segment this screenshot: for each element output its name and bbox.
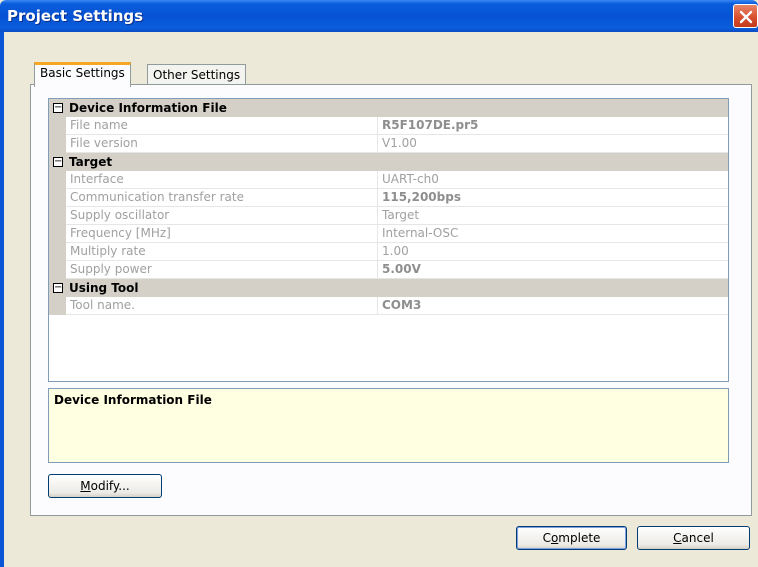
property-name: Tool name. [66,297,378,315]
property-row-communication-transfer-rate[interactable]: Communication transfer rate 115,200bps [49,189,728,207]
property-name: Interface [66,171,378,189]
description-title: Device Information File [54,393,212,407]
property-value[interactable]: 115,200bps [378,189,728,207]
category-device-information-file[interactable]: − Device Information File [49,99,728,117]
category-target[interactable]: − Target [49,153,728,171]
category-label: Target [69,155,113,169]
property-name: File version [66,135,378,153]
property-value[interactable]: 1.00 [378,243,728,261]
project-settings-dialog: Project Settings Basic Settings Other Se… [0,0,758,567]
cancel-button[interactable]: Cancel [637,526,750,550]
title-bar[interactable]: Project Settings [0,0,758,32]
category-label: Device Information File [69,101,227,115]
property-row-interface[interactable]: Interface UART-ch0 [49,171,728,189]
property-value[interactable]: Internal-OSC [378,225,728,243]
property-value[interactable]: V1.00 [378,135,728,153]
category-label: Using Tool [69,281,139,295]
complete-button[interactable]: Complete [516,526,627,550]
close-icon [739,10,753,24]
property-row-supply-oscillator[interactable]: Supply oscillator Target [49,207,728,225]
property-row-multiply-rate[interactable]: Multiply rate 1.00 [49,243,728,261]
category-using-tool[interactable]: − Using Tool [49,279,728,297]
property-value[interactable]: Target [378,207,728,225]
description-panel: Device Information File [48,388,729,463]
mnemonic: C [673,531,682,545]
mnemonic: M [80,479,91,493]
collapse-icon[interactable]: − [53,157,63,167]
property-row-tool-name[interactable]: Tool name. COM3 [49,297,728,315]
property-row-file-name[interactable]: File name R5F107DE.pr5 [49,117,728,135]
property-name: Frequency [MHz] [66,225,378,243]
window-frame-left [0,32,4,567]
property-value[interactable]: COM3 [378,297,728,315]
property-row-supply-power[interactable]: Supply power 5.00V [49,261,728,279]
property-row-file-version[interactable]: File version V1.00 [49,135,728,153]
property-name: Multiply rate [66,243,378,261]
property-name: File name [66,117,378,135]
property-name: Communication transfer rate [66,189,378,207]
property-value[interactable]: UART-ch0 [378,171,728,189]
close-button[interactable] [733,4,758,28]
tab-basic-settings[interactable]: Basic Settings [34,62,131,87]
button-label-rest: odify... [90,479,130,493]
property-value[interactable]: 5.00V [378,261,728,279]
tab-other-settings[interactable]: Other Settings [147,64,247,86]
property-grid[interactable]: − Device Information File File name R5F1… [48,98,729,382]
dialog-title: Project Settings [7,7,144,25]
collapse-icon[interactable]: − [53,103,63,113]
collapse-icon[interactable]: − [53,283,63,293]
property-row-frequency[interactable]: Frequency [MHz] Internal-OSC [49,225,728,243]
property-name: Supply oscillator [66,207,378,225]
property-name: Supply power [66,261,378,279]
modify-button[interactable]: Modify... [48,474,162,498]
property-value[interactable]: R5F107DE.pr5 [378,117,728,135]
